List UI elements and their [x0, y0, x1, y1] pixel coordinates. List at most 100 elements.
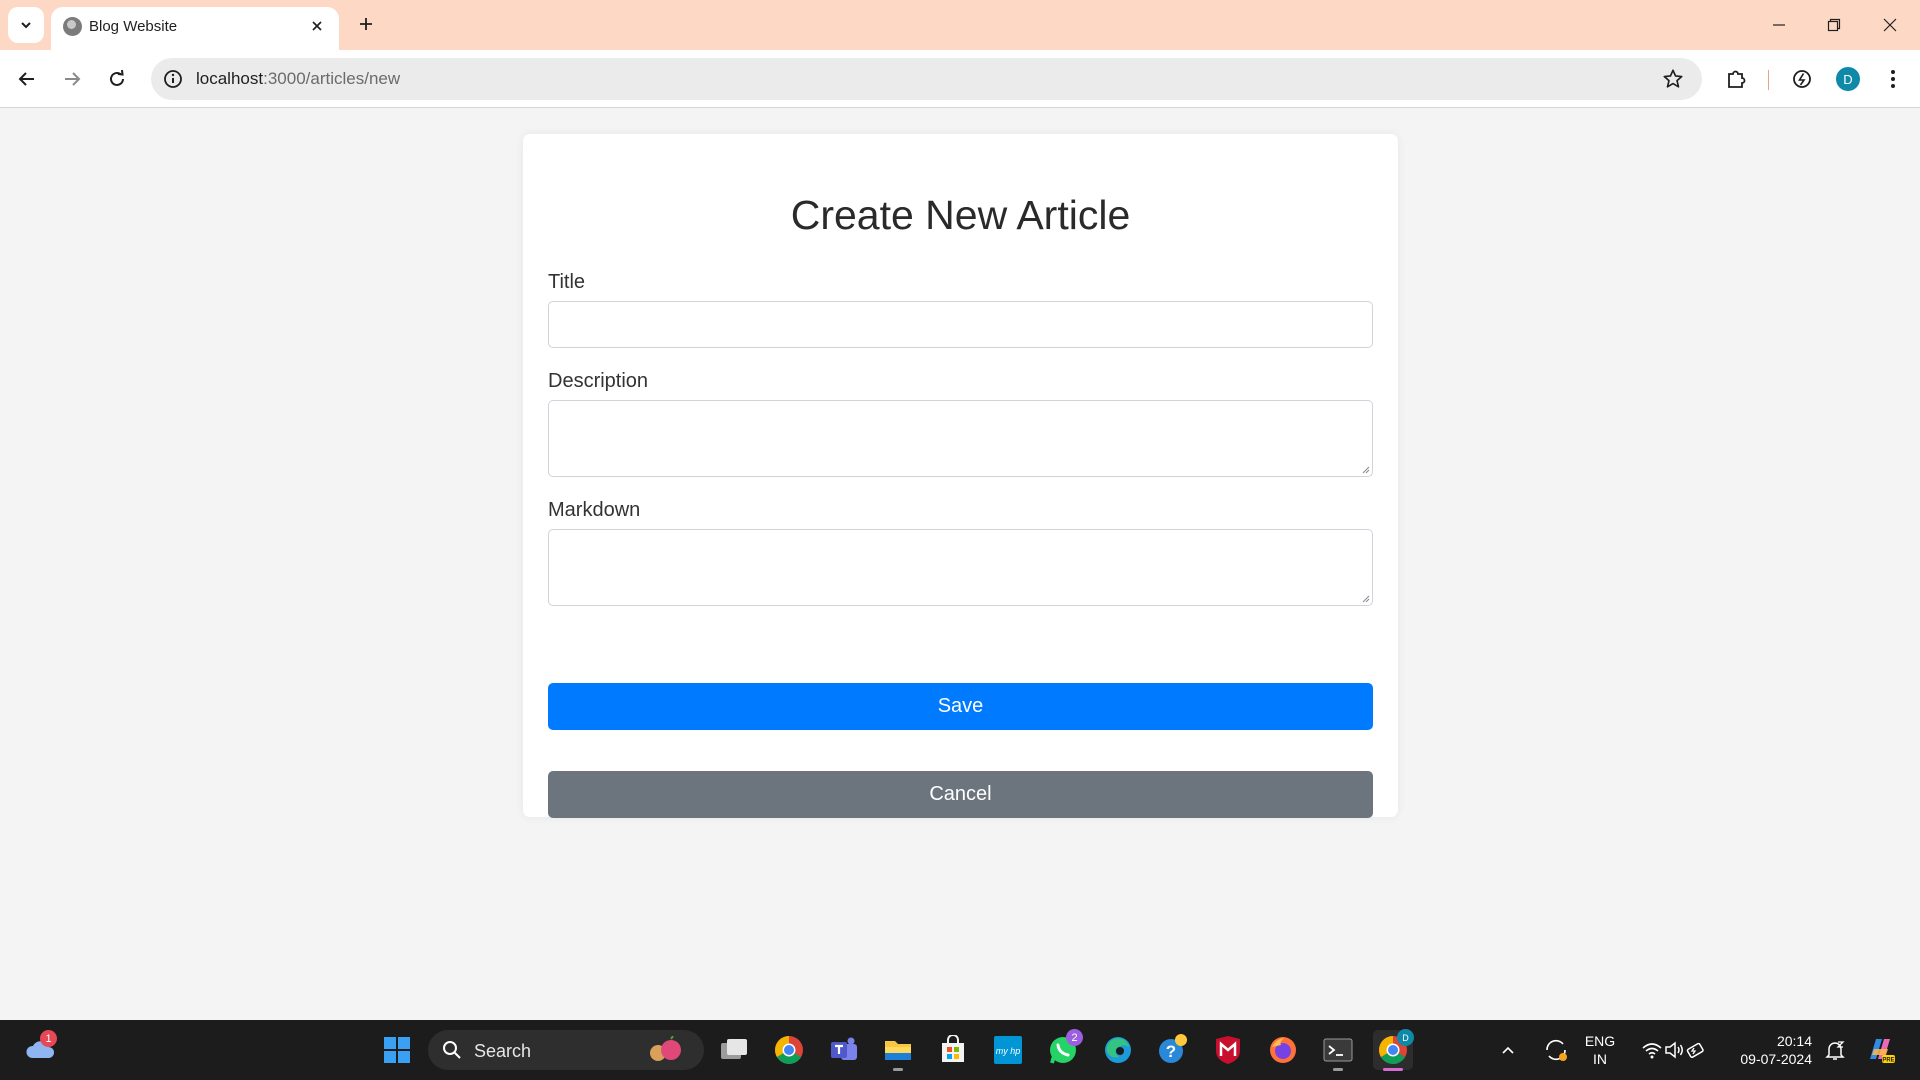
close-window-button[interactable]: [1862, 0, 1918, 50]
shield-icon: [1216, 1036, 1240, 1064]
globe-icon: [63, 17, 82, 36]
store-app[interactable]: [933, 1030, 973, 1070]
clock-date: 09-07-2024: [1740, 1051, 1812, 1067]
terminal-app[interactable]: [1318, 1030, 1358, 1071]
svg-text:my hp: my hp: [996, 1046, 1021, 1056]
site-info-button[interactable]: [161, 67, 185, 91]
running-indicator: [1333, 1068, 1343, 1071]
browser-toolbar: localhost:3000/articles/new D: [0, 50, 1920, 108]
markdown-label: Markdown: [548, 499, 641, 521]
search-highlight-icon: [650, 1036, 681, 1061]
tab-close-button[interactable]: [307, 16, 327, 36]
teams-icon: [831, 1037, 857, 1060]
performance-button[interactable]: [1785, 62, 1819, 96]
page-viewport: Create New Article Title Description Mar…: [0, 109, 1920, 1020]
volume-icon: [1665, 1041, 1683, 1059]
weather-widget[interactable]: 1: [20, 1030, 60, 1070]
address-bar[interactable]: localhost:3000/articles/new: [151, 58, 1702, 100]
notifications-button[interactable]: [1817, 1030, 1853, 1070]
terminal-icon: [1323, 1038, 1353, 1062]
taskbar: 1 Search my hp 2 ? D ENG IN 20:14 09-07-…: [0, 1020, 1920, 1080]
store-icon: [942, 1035, 964, 1062]
profile-avatar[interactable]: D: [1836, 67, 1860, 91]
markdown-textarea[interactable]: [548, 529, 1373, 606]
copilot-icon: PRE: [1870, 1039, 1895, 1064]
firefox-app[interactable]: [1263, 1030, 1303, 1070]
windows-logo-icon: [384, 1037, 410, 1063]
clock-time: 20:14: [1776, 1033, 1812, 1049]
sync-tray-icon[interactable]: [1536, 1030, 1576, 1070]
svg-text:PRE: PRE: [1882, 1058, 1894, 1064]
start-button[interactable]: [377, 1030, 417, 1070]
restore-icon: [1827, 18, 1841, 32]
quick-settings-button[interactable]: [1634, 1030, 1714, 1070]
puzzle-icon: [1728, 70, 1746, 88]
minimize-button[interactable]: [1751, 0, 1807, 50]
browser-tab-strip: Blog Website: [0, 0, 1920, 50]
svg-text:?: ?: [1166, 1042, 1176, 1061]
whatsapp-app[interactable]: 2: [1043, 1029, 1083, 1070]
arrow-right-icon: [65, 72, 81, 86]
chevron-up-icon: [1502, 1046, 1514, 1054]
speedometer-icon: [1793, 70, 1811, 88]
mcafee-app[interactable]: [1208, 1030, 1248, 1070]
chrome-profile-app[interactable]: D: [1373, 1029, 1414, 1071]
star-icon[interactable]: [1662, 68, 1684, 90]
copilot-button[interactable]: PRE: [1860, 1030, 1900, 1070]
arrow-left-icon: [18, 72, 34, 86]
folder-icon: [885, 1041, 911, 1060]
browser-tab[interactable]: Blog Website: [51, 7, 339, 50]
description-textarea[interactable]: [548, 400, 1373, 477]
chevron-down-icon: [21, 22, 31, 29]
active-indicator: [1383, 1068, 1403, 1071]
teams-app[interactable]: [824, 1030, 864, 1070]
cancel-button[interactable]: Cancel: [548, 771, 1373, 818]
profile-badge: D: [1397, 1029, 1414, 1046]
task-view-button[interactable]: [714, 1030, 754, 1070]
show-hidden-icons-button[interactable]: [1493, 1030, 1523, 1070]
resize-handle-icon[interactable]: [1360, 593, 1370, 603]
new-tab-button[interactable]: [352, 10, 380, 38]
info-icon: [164, 70, 182, 88]
extensions-button[interactable]: [1719, 62, 1753, 96]
browser-menu-button[interactable]: [1876, 62, 1910, 96]
title-input[interactable]: [548, 301, 1373, 348]
clock[interactable]: 20:14 09-07-2024: [1728, 1032, 1812, 1068]
help-icon: ?: [1159, 1034, 1187, 1063]
tab-title: Blog Website: [89, 18, 178, 35]
myhp-app[interactable]: my hp: [988, 1030, 1028, 1070]
notification-badge: 1: [40, 1030, 57, 1047]
reload-button[interactable]: [100, 62, 134, 96]
task-view-icon: [721, 1039, 747, 1059]
edge-icon: [1105, 1037, 1131, 1063]
notification-badge: 2: [1066, 1029, 1083, 1046]
search-label: Search: [474, 1041, 532, 1061]
resize-handle-icon[interactable]: [1360, 464, 1370, 474]
edge-app[interactable]: [1098, 1030, 1138, 1070]
reload-icon: [110, 70, 124, 86]
file-explorer-app[interactable]: [878, 1030, 918, 1071]
url-text: localhost:3000/articles/new: [196, 69, 400, 89]
search-icon: [443, 1041, 461, 1059]
language-region: IN: [1593, 1051, 1607, 1067]
save-button[interactable]: Save: [548, 683, 1373, 730]
restore-button[interactable]: [1806, 0, 1862, 50]
toolbar-separator: [1768, 70, 1769, 90]
help-app[interactable]: ?: [1153, 1030, 1193, 1070]
taskbar-search-box[interactable]: Search: [428, 1030, 704, 1070]
url-path: :3000/articles/new: [263, 69, 401, 88]
wifi-icon: [1642, 1043, 1662, 1059]
running-indicator: [893, 1068, 903, 1071]
tab-search-button[interactable]: [8, 7, 44, 43]
language-indicator[interactable]: ENG IN: [1574, 1032, 1626, 1068]
chrome-app[interactable]: [769, 1030, 809, 1070]
more-vertical-icon: [1891, 70, 1895, 88]
article-form-card: Create New Article Title Description Mar…: [523, 134, 1398, 818]
back-button[interactable]: [10, 62, 44, 96]
close-icon: [1883, 18, 1897, 32]
close-icon: [312, 21, 322, 31]
chrome-icon: [775, 1036, 803, 1064]
description-label: Description: [548, 370, 649, 392]
forward-button[interactable]: [55, 62, 89, 96]
hp-icon: my hp: [994, 1036, 1022, 1064]
